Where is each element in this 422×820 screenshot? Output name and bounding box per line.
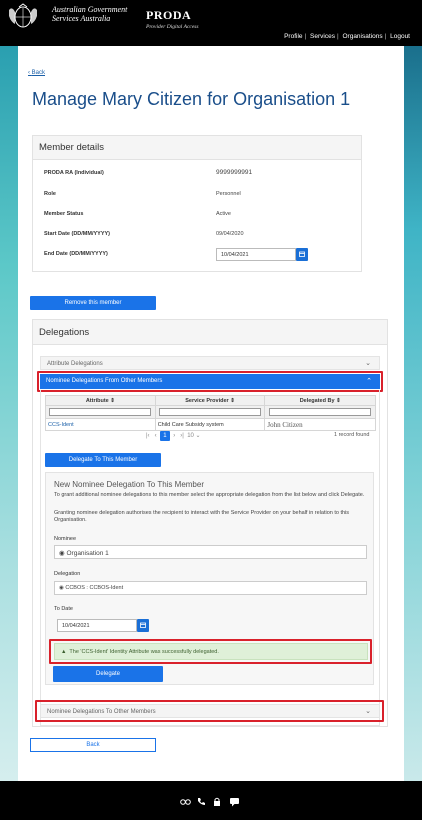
delegation-value: CCBOS : CCBOS-Ident <box>65 585 124 591</box>
gov-line-2: Services Australia <box>52 14 111 23</box>
member-details-heading: Member details <box>33 136 361 160</box>
field-label-proda-ra: PRODA RA (Individual) <box>44 170 104 176</box>
field-value-role: Personnel <box>216 191 241 197</box>
back-button-bottom[interactable]: Back <box>30 738 156 752</box>
to-date-input[interactable]: 10/04/2021 <box>57 619 137 632</box>
new-delegation-text-1: To grant additional nominee delegations … <box>54 492 365 498</box>
app-name: PRODA <box>146 8 192 22</box>
coat-of-arms-logo <box>9 3 37 28</box>
phone-icon[interactable] <box>197 797 206 806</box>
field-label-role: Role <box>44 191 56 197</box>
new-delegation-heading: New Nominee Delegation To This Member <box>54 480 204 489</box>
delegations-heading: Delegations <box>33 320 387 345</box>
field-label-start-date: Start Date (DD/MM/YYYY) <box>44 231 111 237</box>
filter-attribute-input[interactable] <box>49 408 152 416</box>
next-page-icon[interactable]: › <box>173 433 175 439</box>
filter-provider-input[interactable] <box>159 408 262 416</box>
nominee-select[interactable]: ◉ Organisation 1 <box>54 545 367 559</box>
cell-provider: Child Care Subsidy system <box>154 418 266 431</box>
new-delegation-text-2: Granting nominee delegation authorises t… <box>54 510 350 523</box>
nominee-value: Organisation 1 <box>66 550 109 557</box>
page-size-select[interactable]: 10 ⌄ <box>187 433 200 439</box>
sort-icon: ⇕ <box>110 397 115 404</box>
right-decoration <box>404 46 422 781</box>
remove-member-button[interactable]: Remove this member <box>30 296 156 310</box>
delegate-to-member-button[interactable]: Delegate To This Member <box>45 453 161 467</box>
col-service-provider[interactable]: Service Provider ⇕ <box>154 395 266 406</box>
attribute-delegations-accordion[interactable]: Attribute Delegations ⌄ <box>40 356 380 370</box>
end-date-input[interactable]: 10/04/2021 <box>216 248 296 261</box>
cell-delegated-by: John Citizen <box>264 418 376 431</box>
field-value-status: Active <box>216 211 231 217</box>
back-link-top[interactable]: ‹ Back <box>28 70 45 76</box>
pagination: |‹ ‹ 1 › ›| 10 ⌄ <box>146 431 201 441</box>
calendar-icon <box>299 251 305 257</box>
highlight-success-alert <box>49 639 372 664</box>
cell-attribute[interactable]: CCS-Ident <box>45 418 156 431</box>
table-row: CCS-Ident Child Care Subsidy system John… <box>45 418 376 431</box>
accessibility-icon[interactable] <box>180 797 191 806</box>
nav-profile[interactable]: Profile <box>284 33 302 40</box>
col-attribute[interactable]: Attribute ⇕ <box>45 395 156 406</box>
field-value-proda-ra: 9999999991 <box>216 169 253 176</box>
highlight-nominee-from <box>37 371 383 392</box>
nominee-label: Nominee <box>54 536 77 542</box>
current-page[interactable]: 1 <box>159 431 170 441</box>
radio-icon: ◉ <box>59 550 65 557</box>
top-nav: Profile | Services | Organisations | Logout <box>284 33 410 40</box>
nav-organisations[interactable]: Organisations <box>342 33 382 40</box>
last-page-icon[interactable]: ›| <box>180 433 184 439</box>
nav-services[interactable]: Services <box>310 33 335 40</box>
government-name: Australian Government Services Australia <box>52 5 127 23</box>
page-title: Manage Mary Citizen for Organisation 1 <box>32 89 351 109</box>
chevron-left-icon: ‹ <box>28 70 30 76</box>
record-count: 1 record found <box>334 432 370 438</box>
first-page-icon[interactable]: |‹ <box>146 433 150 439</box>
sort-icon: ⇕ <box>336 397 341 404</box>
field-value-start-date: 09/04/2020 <box>216 231 244 237</box>
lock-icon[interactable] <box>213 797 221 807</box>
end-date-calendar-button[interactable] <box>296 248 308 261</box>
footer <box>0 781 422 820</box>
sort-icon: ⇕ <box>230 397 235 404</box>
field-label-end-date: End Date (DD/MM/YYYY) <box>44 251 108 257</box>
gov-line-1: Australian Government <box>52 5 128 14</box>
top-header: Australian Government Services Australia… <box>0 0 422 46</box>
to-date-calendar-button[interactable] <box>137 619 149 632</box>
delegate-button[interactable]: Delegate <box>53 666 163 682</box>
field-label-status: Member Status <box>44 211 84 217</box>
delegation-select[interactable]: ◉ CCBOS : CCBOS-Ident <box>54 581 367 595</box>
prev-page-icon[interactable]: ‹ <box>155 433 157 439</box>
radio-icon: ◉ <box>59 585 64 591</box>
accordion-label: Attribute Delegations <box>47 361 103 367</box>
chat-icon[interactable] <box>229 797 240 807</box>
delegations-table: Attribute ⇕ Service Provider ⇕ Delegated… <box>45 395 376 431</box>
nav-logout[interactable]: Logout <box>390 33 410 40</box>
chevron-down-icon: ⌄ <box>365 360 371 367</box>
highlight-nominee-to <box>35 700 384 722</box>
to-date-label: To Date <box>54 606 73 612</box>
delegation-label: Delegation <box>54 571 81 577</box>
back-label: Back <box>31 70 46 76</box>
calendar-icon <box>140 622 146 628</box>
filter-delegated-by-input[interactable] <box>269 408 372 416</box>
left-decoration <box>0 46 18 781</box>
col-delegated-by[interactable]: Delegated By ⇕ <box>264 395 376 406</box>
app-subtitle: Provider Digital Access <box>146 24 199 30</box>
